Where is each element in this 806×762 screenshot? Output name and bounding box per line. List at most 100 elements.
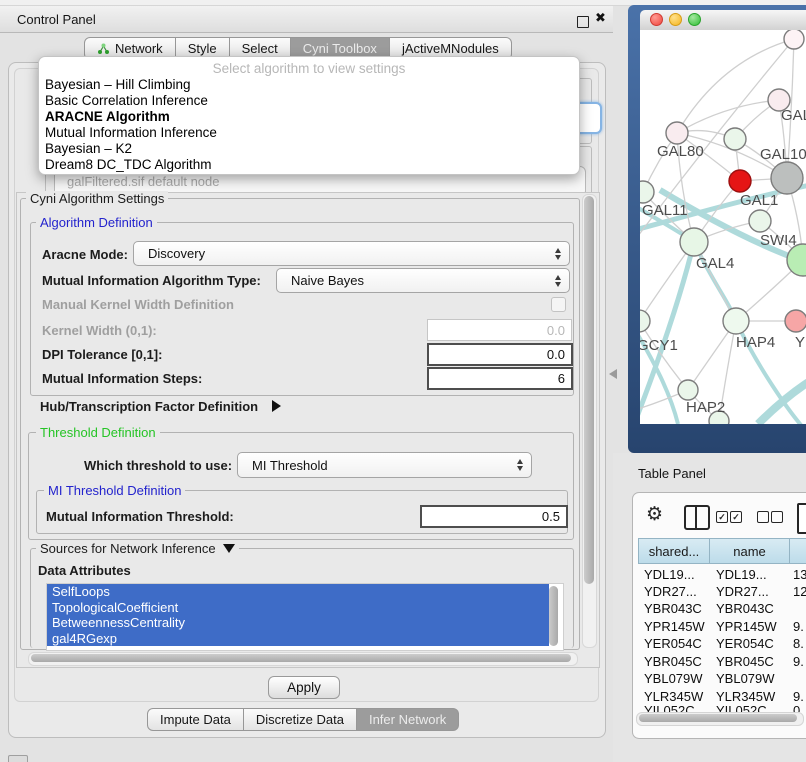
node-circle-hap2[interactable] bbox=[678, 380, 698, 400]
list-item-selected[interactable]: TopologicalCoefficient bbox=[47, 600, 549, 616]
node-circle[interactable] bbox=[749, 210, 771, 232]
sources-group-title: Sources for Network Inference bbox=[36, 541, 239, 556]
manual-kernel-width-checkbox[interactable] bbox=[551, 297, 566, 312]
float-panel-icon[interactable] bbox=[577, 16, 589, 28]
network-view-canvas[interactable]: GAL GAL80 GAL10 GAL1 GAL11 SWI4 GAL4 GCY… bbox=[640, 30, 806, 424]
node-circle-red[interactable] bbox=[729, 170, 751, 192]
table-cell[interactable]: YBR045C bbox=[644, 654, 702, 669]
tab-impute-data[interactable]: Impute Data bbox=[147, 708, 244, 731]
close-panel-icon[interactable]: ✖ bbox=[595, 11, 606, 26]
dropdown-item[interactable]: Bayesian – K2 bbox=[45, 141, 132, 156]
aracne-mode-combo[interactable]: Discovery bbox=[133, 241, 570, 266]
table-cell[interactable]: YBR043C bbox=[644, 601, 702, 616]
list-scrollbar-thumb[interactable] bbox=[549, 586, 558, 646]
network-window-titlebar[interactable] bbox=[640, 10, 806, 31]
node-label: HAP2 bbox=[686, 399, 725, 416]
list-item-selected[interactable]: BetweennessCentrality bbox=[47, 615, 549, 631]
table-cell[interactable]: 13 bbox=[793, 567, 806, 582]
select-all-icon[interactable]: ✓ bbox=[716, 511, 728, 523]
list-item-selected[interactable]: gal4RGexp bbox=[47, 631, 549, 647]
table-cell-clipped[interactable]: YIL052C bbox=[644, 703, 695, 712]
table-cell[interactable]: YLR345W bbox=[644, 689, 703, 704]
close-window-icon[interactable] bbox=[650, 13, 663, 26]
table-cell[interactable]: YDL19... bbox=[716, 567, 767, 582]
table-cell[interactable]: YPR145W bbox=[716, 619, 777, 634]
node-circle-gray[interactable] bbox=[771, 162, 803, 194]
combo-spinner-icon bbox=[517, 459, 523, 471]
network-graph: GAL GAL80 GAL10 GAL1 GAL11 SWI4 GAL4 GCY… bbox=[640, 30, 806, 424]
combo-spinner-icon bbox=[555, 248, 561, 260]
node-label: GCY1 bbox=[640, 337, 678, 354]
node-circle[interactable] bbox=[784, 30, 804, 49]
settings-hscrollbar-thumb[interactable] bbox=[31, 654, 571, 662]
gear-icon[interactable]: ⚙ bbox=[646, 503, 663, 525]
export-table-icon[interactable] bbox=[797, 503, 806, 534]
table-cell-clipped[interactable]: YIL052C bbox=[716, 703, 767, 712]
minimize-window-icon[interactable] bbox=[669, 13, 682, 26]
expand-right-icon[interactable] bbox=[272, 400, 281, 412]
settings-vscrollbar-thumb[interactable] bbox=[584, 196, 594, 584]
column-header-shared-name[interactable]: shared... bbox=[638, 538, 710, 564]
list-item-selected[interactable]: SelfLoops bbox=[47, 584, 549, 600]
table-hscrollbar-thumb[interactable] bbox=[639, 714, 797, 722]
dropdown-prompt: Select algorithm to view settings bbox=[39, 61, 579, 76]
dropdown-item[interactable]: Bayesian – Hill Climbing bbox=[45, 77, 191, 92]
node-circle-hap4[interactable] bbox=[723, 308, 749, 334]
network-icon bbox=[97, 43, 110, 55]
node-circle-gal80[interactable] bbox=[666, 122, 688, 144]
table-cell[interactable]: YDR27... bbox=[716, 584, 769, 599]
column-header-clipped[interactable]: A bbox=[789, 538, 806, 564]
table-cell[interactable]: 9. bbox=[793, 689, 804, 704]
table-cell[interactable]: YBL079W bbox=[644, 671, 703, 686]
mi-threshold-field[interactable]: 0.5 bbox=[420, 505, 568, 528]
dropdown-item-aracne[interactable]: ARACNE Algorithm bbox=[45, 109, 170, 124]
table-cell-clipped[interactable]: 0 bbox=[793, 703, 800, 712]
settings-group-title: Cyni Algorithm Settings bbox=[26, 191, 168, 206]
table-cell[interactable]: 8. bbox=[793, 636, 804, 651]
minimized-panel-icon[interactable] bbox=[8, 755, 28, 762]
table-cell[interactable]: YDL19... bbox=[644, 567, 695, 582]
table-cell[interactable]: 12 bbox=[793, 584, 806, 599]
collapse-down-icon[interactable] bbox=[223, 544, 235, 553]
node-circle-gal4[interactable] bbox=[680, 228, 708, 256]
select-all-icon[interactable]: ✓ bbox=[730, 511, 742, 523]
mi-steps-field[interactable]: 6 bbox=[427, 367, 573, 390]
tab-infer-network[interactable]: Infer Network bbox=[357, 708, 459, 731]
splitter-resize-cursor[interactable] bbox=[609, 369, 617, 379]
apply-button[interactable]: Apply bbox=[268, 676, 340, 699]
zoom-window-icon[interactable] bbox=[688, 13, 701, 26]
node-circle-salmon[interactable] bbox=[785, 310, 806, 332]
table-cell[interactable]: YBL079W bbox=[716, 671, 775, 686]
node-circle-gcy1[interactable] bbox=[640, 310, 650, 332]
deselect-all-icon[interactable] bbox=[757, 511, 769, 523]
dropdown-item[interactable]: Mutual Information Inference bbox=[45, 125, 217, 140]
tab-discretize-data[interactable]: Discretize Data bbox=[244, 708, 357, 731]
algorithm-definition-title: Algorithm Definition bbox=[36, 215, 157, 230]
column-header-name[interactable]: name bbox=[709, 538, 790, 564]
table-cell[interactable]: YER054C bbox=[716, 636, 774, 651]
columns-icon[interactable] bbox=[684, 505, 710, 530]
dropdown-item[interactable]: Basic Correlation Inference bbox=[45, 93, 208, 108]
dpi-tolerance-field[interactable]: 0.0 bbox=[427, 343, 573, 366]
deselect-all-icon[interactable] bbox=[771, 511, 783, 523]
node-label: SWI4 bbox=[760, 232, 797, 249]
aracne-mode-label: Aracne Mode: bbox=[42, 247, 128, 262]
mi-algorithm-type-combo[interactable]: Naive Bayes bbox=[276, 268, 570, 293]
node-label: Y bbox=[795, 334, 805, 351]
table-cell[interactable]: YBR043C bbox=[716, 601, 774, 616]
table-cell[interactable]: YLR345W bbox=[716, 689, 775, 704]
dropdown-item[interactable]: Dream8 DC_TDC Algorithm bbox=[45, 157, 212, 172]
data-attributes-list[interactable]: SelfLoops TopologicalCoefficient Between… bbox=[46, 583, 564, 651]
table-cell[interactable]: YER054C bbox=[644, 636, 702, 651]
node-circle-gal10[interactable] bbox=[724, 128, 746, 150]
kernel-width-field[interactable]: 0.0 bbox=[427, 319, 572, 341]
table-cell[interactable]: 9. bbox=[793, 619, 804, 634]
table-cell[interactable]: 9. bbox=[793, 654, 804, 669]
table-cell[interactable]: YDR27... bbox=[644, 584, 697, 599]
table-cell[interactable]: YPR145W bbox=[644, 619, 705, 634]
which-threshold-combo[interactable]: MI Threshold bbox=[237, 452, 532, 478]
hub-definition-label: Hub/Transcription Factor Definition bbox=[40, 399, 258, 414]
node-circle-gal11[interactable] bbox=[640, 181, 654, 203]
table-cell[interactable]: YBR045C bbox=[716, 654, 774, 669]
which-threshold-label: Which threshold to use: bbox=[84, 458, 232, 473]
